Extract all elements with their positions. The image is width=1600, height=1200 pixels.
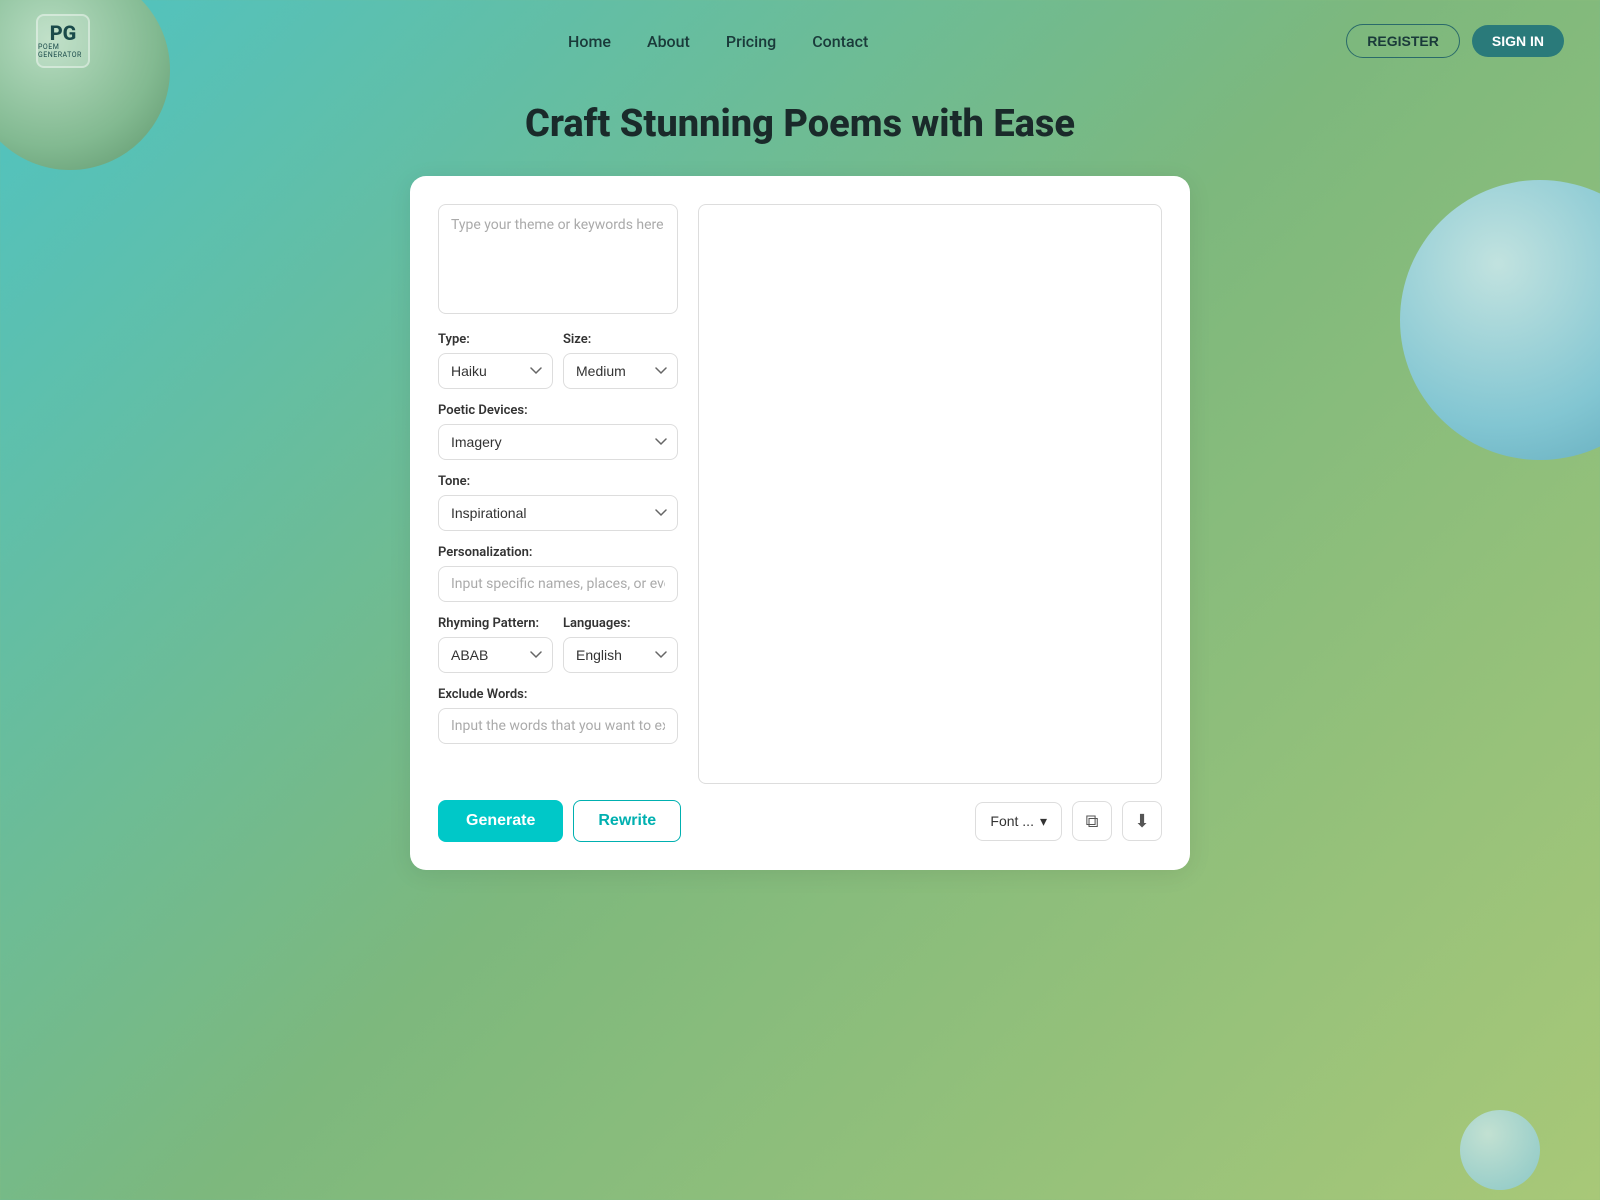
logo-subtitle: POEM GENERATOR — [38, 43, 88, 59]
size-select[interactable]: Small Medium Large — [563, 353, 678, 389]
nav-link-home[interactable]: Home — [568, 32, 611, 51]
copy-button[interactable]: ⧉ — [1072, 801, 1112, 841]
main-card: Type: Haiku Sonnet Limerick Free Verse O… — [410, 176, 1190, 870]
page-title: Craft Stunning Poems with Ease — [0, 102, 1600, 146]
font-button[interactable]: Font ... ▾ — [975, 802, 1062, 841]
type-group: Type: Haiku Sonnet Limerick Free Verse O… — [438, 332, 553, 389]
poetic-label: Poetic Devices: — [438, 403, 678, 418]
exclude-group: Exclude Words: — [438, 687, 678, 744]
rhyming-group: Rhyming Pattern: ABAB AABB ABCB Free Non… — [438, 616, 553, 673]
logo-box: PG POEM GENERATOR — [36, 14, 90, 68]
nav-link-contact[interactable]: Contact — [812, 32, 868, 51]
size-group: Size: Small Medium Large — [563, 332, 678, 389]
deco-circle-bottom-right — [1460, 1110, 1540, 1190]
download-icon: ⬇ — [1134, 811, 1149, 832]
tone-select[interactable]: Inspirational Melancholic Joyful Romanti… — [438, 495, 678, 531]
poem-output-area — [698, 204, 1162, 784]
right-action-buttons: Font ... ▾ ⧉ ⬇ — [975, 801, 1162, 841]
rhyming-languages-row: Rhyming Pattern: ABAB AABB ABCB Free Non… — [438, 616, 678, 673]
nav-actions: REGISTER SIGN IN — [1346, 24, 1564, 58]
languages-select[interactable]: English Spanish French German Italian — [563, 637, 678, 673]
navbar: PG POEM GENERATOR Home About Pricing Con… — [0, 0, 1600, 82]
tone-label: Tone: — [438, 474, 678, 489]
personalization-group: Personalization: — [438, 545, 678, 602]
exclude-input[interactable] — [438, 708, 678, 744]
card-inner: Type: Haiku Sonnet Limerick Free Verse O… — [438, 204, 1162, 784]
rhyming-select[interactable]: ABAB AABB ABCB Free None — [438, 637, 553, 673]
languages-group: Languages: English Spanish French German… — [563, 616, 678, 673]
copy-icon: ⧉ — [1086, 811, 1099, 832]
left-panel: Type: Haiku Sonnet Limerick Free Verse O… — [438, 204, 678, 784]
nav-link-pricing[interactable]: Pricing — [726, 32, 776, 51]
exclude-label: Exclude Words: — [438, 687, 678, 702]
poetic-group: Poetic Devices: Imagery Alliteration Met… — [438, 403, 678, 460]
deco-circle-right — [1400, 180, 1600, 460]
size-label: Size: — [563, 332, 678, 347]
download-button[interactable]: ⬇ — [1122, 801, 1162, 841]
type-size-row: Type: Haiku Sonnet Limerick Free Verse O… — [438, 332, 678, 389]
left-action-buttons: Generate Rewrite — [438, 800, 681, 842]
theme-input[interactable] — [438, 204, 678, 314]
logo-letters: PG — [50, 23, 77, 43]
type-select[interactable]: Haiku Sonnet Limerick Free Verse Ode — [438, 353, 553, 389]
logo: PG POEM GENERATOR — [36, 14, 90, 68]
register-button[interactable]: REGISTER — [1346, 24, 1460, 58]
personalization-input[interactable] — [438, 566, 678, 602]
bottom-actions: Generate Rewrite Font ... ▾ ⧉ ⬇ — [438, 800, 1162, 842]
poetic-select[interactable]: Imagery Alliteration Metaphor Simile Per… — [438, 424, 678, 460]
languages-label: Languages: — [563, 616, 678, 631]
generate-button[interactable]: Generate — [438, 800, 563, 842]
personalization-label: Personalization: — [438, 545, 678, 560]
rewrite-button[interactable]: Rewrite — [573, 800, 681, 842]
nav-link-about[interactable]: About — [647, 32, 690, 51]
nav-links: Home About Pricing Contact — [568, 32, 868, 51]
font-label: Font ... — [990, 813, 1034, 829]
chevron-down-icon: ▾ — [1040, 813, 1047, 830]
signin-button[interactable]: SIGN IN — [1472, 25, 1564, 57]
rhyming-label: Rhyming Pattern: — [438, 616, 553, 631]
type-label: Type: — [438, 332, 553, 347]
tone-group: Tone: Inspirational Melancholic Joyful R… — [438, 474, 678, 531]
